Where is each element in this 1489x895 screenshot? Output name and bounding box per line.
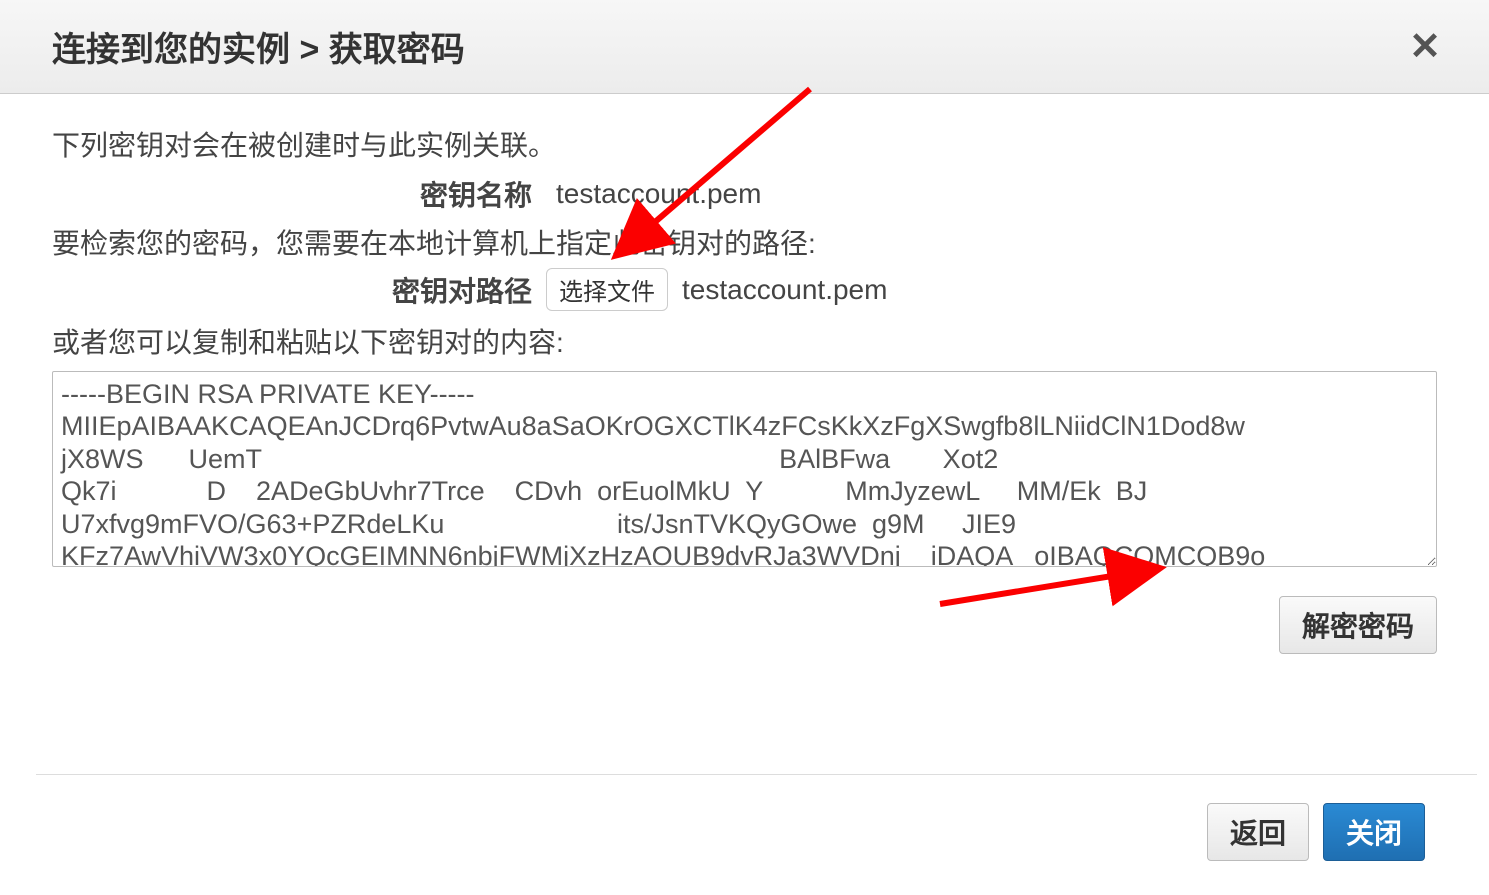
dialog-title: 连接到您的实例 > 获取密码 (52, 22, 465, 71)
key-path-label: 密钥对路径 (52, 270, 532, 310)
key-name-value: testaccount.pem (556, 178, 761, 210)
close-icon[interactable]: ✕ (1401, 28, 1449, 66)
dialog-body: 下列密钥对会在被创建时与此实例关联。 密钥名称 testaccount.pem … (0, 94, 1489, 774)
get-password-dialog: 连接到您的实例 > 获取密码 ✕ 下列密钥对会在被创建时与此实例关联。 密钥名称… (0, 0, 1489, 895)
key-name-label: 密钥名称 (52, 174, 532, 214)
intro-text: 下列密钥对会在被创建时与此实例关联。 (52, 124, 1437, 164)
dialog-footer: 返回 关闭 (36, 774, 1477, 895)
dialog-header: 连接到您的实例 > 获取密码 ✕ (0, 0, 1489, 94)
selected-filename: testaccount.pem (682, 274, 887, 306)
choose-file-button[interactable]: 选择文件 (546, 268, 668, 311)
close-button[interactable]: 关闭 (1323, 803, 1425, 861)
key-path-row: 密钥对路径 选择文件 testaccount.pem (52, 268, 1437, 311)
decrypt-row: 解密密码 (52, 596, 1437, 654)
decrypt-password-button[interactable]: 解密密码 (1279, 596, 1437, 654)
retrieve-instruction: 要检索您的密码，您需要在本地计算机上指定此密钥对的路径: (52, 222, 1437, 262)
back-button[interactable]: 返回 (1207, 803, 1309, 861)
private-key-textarea[interactable] (52, 371, 1437, 567)
or-copy-text: 或者您可以复制和粘贴以下密钥对的内容: (52, 321, 1437, 361)
key-name-row: 密钥名称 testaccount.pem (52, 174, 1437, 214)
